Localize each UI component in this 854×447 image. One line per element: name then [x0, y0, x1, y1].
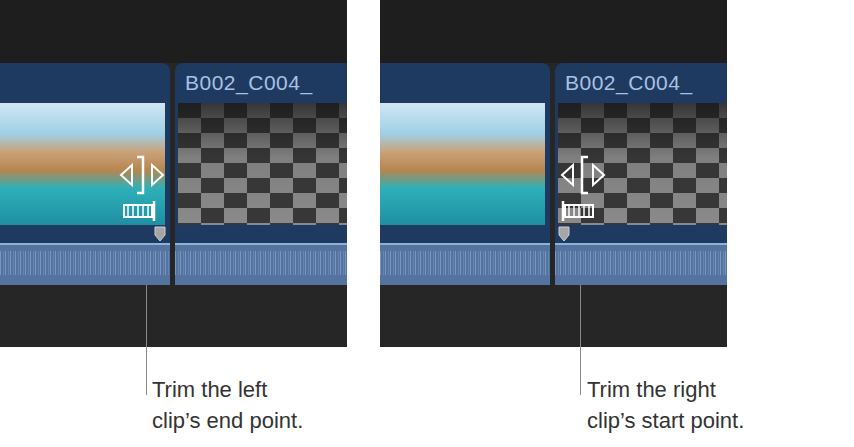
caption-line: Trim the right	[587, 374, 727, 405]
audio-waveform	[175, 243, 347, 285]
clip-row: B002_C004_	[380, 63, 727, 285]
illustration: B002_C004_ Trim the leftclip’s end point.…	[0, 0, 854, 436]
caption: Trim the rightclip’s start point.	[380, 374, 727, 436]
trim-cursor-icon[interactable]	[118, 145, 166, 225]
caption-line: Trim the left	[152, 374, 347, 405]
timeline-bottom	[0, 285, 347, 347]
clip-row: B002_C004_	[0, 63, 347, 285]
timeline-bottom	[380, 285, 727, 347]
clip-strip	[555, 225, 727, 243]
caption-line: clip’s end point.	[152, 405, 347, 436]
clip-title	[380, 63, 550, 103]
trim-cursor-icon[interactable]	[559, 145, 607, 225]
clip-strip	[380, 225, 550, 243]
marker-icon	[558, 221, 570, 237]
clip-thumbnail	[178, 103, 347, 225]
caption: Trim the leftclip’s end point.	[0, 374, 347, 436]
timeline-clip[interactable]	[0, 63, 170, 285]
callout-line	[146, 285, 147, 395]
clip-strip	[175, 225, 347, 243]
timeline-top	[0, 0, 347, 63]
timeline-panel: B002_C004_	[0, 0, 347, 347]
timeline-clip[interactable]: B002_C004_	[175, 63, 347, 285]
timeline-clip[interactable]	[380, 63, 550, 285]
trim-example: B002_C004_ Trim the rightclip’s start poi…	[380, 0, 727, 436]
clip-title	[0, 63, 170, 103]
audio-waveform	[555, 243, 727, 285]
clip-thumbnail	[0, 103, 165, 225]
caption-line: clip’s start point.	[587, 405, 727, 436]
clip-thumbnail	[380, 103, 545, 225]
timeline-clip[interactable]: B002_C004_	[555, 63, 727, 285]
clip-title: B002_C004_	[555, 63, 727, 103]
marker-icon	[154, 221, 166, 237]
trim-example: B002_C004_ Trim the leftclip’s end point.	[0, 0, 347, 436]
audio-waveform	[380, 243, 550, 285]
timeline-top	[380, 0, 727, 63]
timeline-panel: B002_C004_	[380, 0, 727, 347]
clip-title: B002_C004_	[175, 63, 347, 103]
clip-strip	[0, 225, 170, 243]
audio-waveform	[0, 243, 170, 285]
callout-line	[580, 285, 581, 395]
